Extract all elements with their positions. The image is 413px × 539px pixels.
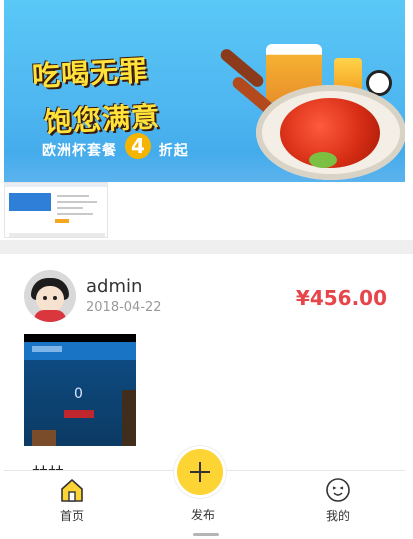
avatar-eye (43, 296, 47, 300)
thumb-footer-line (9, 233, 105, 237)
post-date: 2018-04-22 (86, 300, 162, 315)
screenshot-thumbnail[interactable] (4, 182, 108, 238)
publish-button[interactable] (174, 446, 226, 498)
nav-mine[interactable]: 我的 (298, 471, 378, 529)
post-image[interactable]: 0 (24, 334, 136, 446)
image-side-panel (122, 390, 136, 446)
nav-home[interactable]: 首页 (32, 471, 112, 529)
image-status-bar (24, 334, 136, 342)
image-red-button (64, 410, 94, 418)
home-indicator[interactable] (193, 533, 219, 536)
nav-mine-label: 我的 (325, 509, 350, 523)
avatar-body (34, 310, 66, 322)
face-icon (326, 478, 350, 502)
post-username[interactable]: admin (86, 276, 142, 297)
plus-icon-vertical (199, 462, 201, 482)
banner-subline-prefix: 欧洲杯套餐 (42, 143, 117, 159)
lime-image (309, 152, 337, 168)
banner-headline-1: 吃喝无罪 (31, 53, 149, 94)
avatar-face (36, 286, 64, 312)
image-header (24, 342, 136, 360)
thumb-text-line (57, 195, 89, 197)
home-icon (61, 479, 83, 502)
thumb-text-line (57, 207, 83, 209)
promo-banner[interactable]: 吃喝无罪 饱您满意 欧洲杯套餐 折起 4 (4, 0, 405, 182)
thumb-text-line (57, 201, 97, 203)
avatar-eye (53, 296, 57, 300)
image-header-text (32, 346, 62, 352)
banner-subline: 欧洲杯套餐 折起 (42, 140, 189, 160)
image-house (32, 430, 56, 446)
thumb-text-line (57, 213, 93, 215)
post-price: ¥456.00 (295, 286, 387, 310)
section-divider (0, 240, 413, 254)
thumb-topbar (5, 183, 107, 187)
avatar[interactable] (24, 270, 76, 322)
nav-home-label: 首页 (59, 509, 84, 523)
thumb-blue-block (9, 193, 51, 211)
thumbnail-strip (4, 182, 405, 240)
image-zero-value: 0 (74, 386, 83, 402)
thumb-orange-button (55, 219, 69, 223)
publish-label: 发布 (190, 508, 215, 522)
app-root: 吃喝无罪 饱您满意 欧洲杯套餐 折起 4 admin 2018-04-22 ¥4… (0, 0, 413, 539)
banner-subline-suffix: 折起 (158, 143, 189, 159)
banner-discount-badge: 4 (125, 133, 151, 159)
